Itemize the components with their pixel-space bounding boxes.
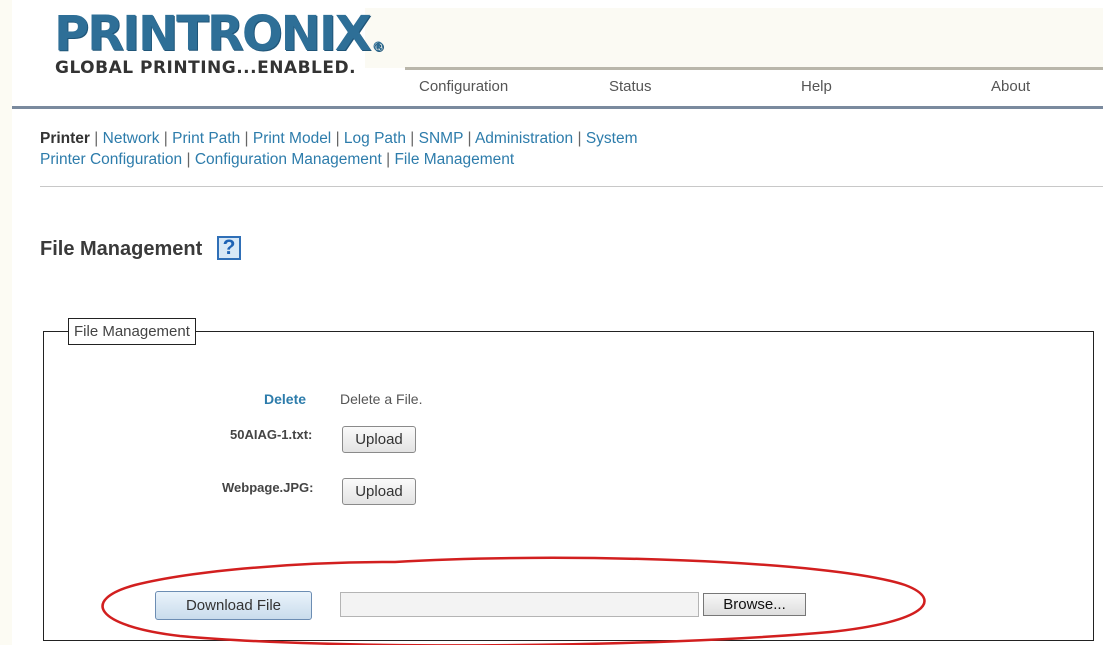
file-name-label: Webpage.JPG: <box>222 480 314 495</box>
nav-status[interactable]: Status <box>609 78 652 95</box>
subnav-separator: | <box>186 151 191 168</box>
upload-button[interactable]: Upload <box>342 426 416 453</box>
logo-brand: PRINTRONIX ® <box>54 6 385 62</box>
sub-navigation: Printer | Network | Print Path | Print M… <box>40 128 638 170</box>
subnav-printer-configuration-link[interactable]: Printer Configuration <box>40 151 182 168</box>
subnav-separator: | <box>244 130 249 147</box>
subnav-divider <box>40 186 1103 187</box>
subnav-file-management-link[interactable]: File Management <box>394 151 514 168</box>
subnav-separator: | <box>386 151 391 168</box>
help-icon[interactable]: ? <box>217 236 241 260</box>
page-title: File Management <box>40 238 203 260</box>
subnav-line-2: Printer Configuration | Configuration Ma… <box>40 149 638 170</box>
panel-legend: File Management <box>68 318 196 345</box>
subnav-separator: | <box>410 130 415 147</box>
top-navigation: Configuration Status Help About <box>0 78 1103 100</box>
subnav-line-1: Printer | Network | Print Path | Print M… <box>40 128 638 149</box>
delete-description: Delete a File. <box>340 391 423 407</box>
download-file-button[interactable]: Download File <box>155 591 312 620</box>
delete-link[interactable]: Delete <box>264 391 306 407</box>
subnav-log-path-link[interactable]: Log Path <box>344 130 406 147</box>
subnav-separator: | <box>467 130 472 147</box>
file-name-label: 50AIAG-1.txt: <box>230 427 313 442</box>
subnav-system-link[interactable]: System <box>586 130 638 147</box>
subnav-separator: | <box>163 130 168 147</box>
subnav-administration-link[interactable]: Administration <box>475 130 573 147</box>
browse-button[interactable]: Browse... <box>703 593 806 616</box>
subnav-network-link[interactable]: Network <box>103 130 160 147</box>
header-bottom-rule <box>12 106 1103 109</box>
nav-configuration[interactable]: Configuration <box>419 78 508 95</box>
subnav-separator: | <box>335 130 340 147</box>
nav-about[interactable]: About <box>991 78 1030 95</box>
subnav-configuration-management-link[interactable]: Configuration Management <box>195 151 382 168</box>
header-divider <box>405 67 1103 70</box>
subnav-current-printer: Printer <box>40 130 90 147</box>
header-band <box>365 8 1103 68</box>
printronix-logo: PRINTRONIX ® GLOBAL PRINTING...ENABLED. <box>54 6 385 78</box>
file-path-input[interactable] <box>340 592 699 617</box>
subnav-print-path-link[interactable]: Print Path <box>172 130 240 147</box>
upload-button[interactable]: Upload <box>342 478 416 505</box>
registered-mark: ® <box>371 40 385 55</box>
nav-help[interactable]: Help <box>801 78 832 95</box>
subnav-separator: | <box>94 130 99 147</box>
subnav-print-model-link[interactable]: Print Model <box>253 130 331 147</box>
subnav-separator: | <box>577 130 582 147</box>
subnav-snmp-link[interactable]: SNMP <box>419 130 464 147</box>
